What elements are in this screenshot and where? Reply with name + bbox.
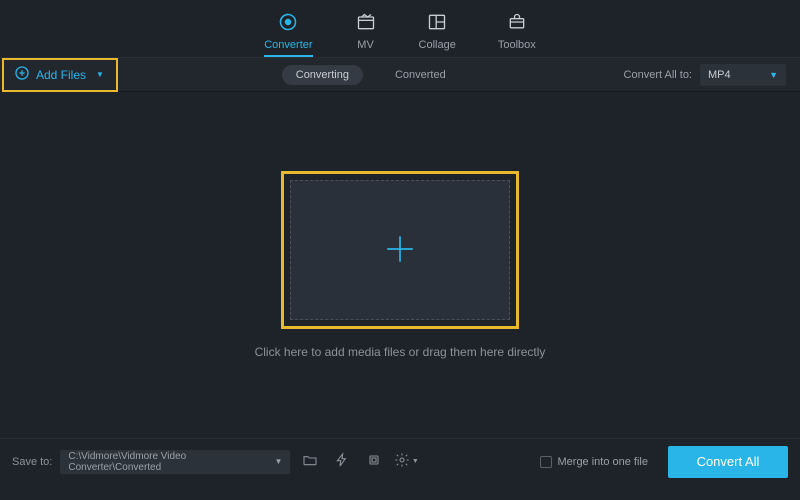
- chevron-down-icon: ▼: [96, 70, 104, 79]
- checkbox-box: [540, 456, 552, 468]
- dropzone-highlight: [281, 171, 519, 329]
- nav-tab-converter[interactable]: Converter: [264, 12, 312, 57]
- plus-circle-icon: [14, 65, 30, 84]
- plus-icon: [383, 232, 417, 269]
- nav-label: Collage: [419, 39, 456, 51]
- nav-tab-toolbox[interactable]: Toolbox: [498, 12, 536, 57]
- gpu-toggle[interactable]: [362, 450, 386, 474]
- convert-all-button[interactable]: Convert All: [668, 446, 788, 478]
- nav-label: MV: [357, 39, 374, 51]
- format-selected-value: MP4: [708, 69, 731, 81]
- chevron-down-icon: ▼: [412, 458, 419, 465]
- merge-label: Merge into one file: [558, 456, 649, 468]
- bottom-bar: Save to: C:\Vidmore\Vidmore Video Conver…: [0, 438, 800, 484]
- tab-converting[interactable]: Converting: [282, 65, 363, 85]
- gear-icon: [394, 452, 410, 471]
- high-speed-toggle[interactable]: [330, 450, 354, 474]
- lightning-off-icon: [334, 452, 350, 471]
- save-path-value: C:\Vidmore\Vidmore Video Converter\Conve…: [68, 451, 274, 473]
- nav-tab-mv[interactable]: MV: [355, 12, 377, 57]
- open-folder-button[interactable]: [298, 450, 322, 474]
- format-select[interactable]: MP4 ▼: [700, 64, 786, 86]
- tab-converted[interactable]: Converted: [381, 65, 460, 85]
- top-nav: Converter MV Collage Toolbox: [0, 0, 800, 58]
- nav-label: Toolbox: [498, 39, 536, 51]
- chevron-down-icon: ▼: [274, 457, 282, 466]
- save-to-label: Save to:: [12, 456, 52, 468]
- chip-off-icon: [366, 452, 382, 471]
- convert-all-to-group: Convert All to: MP4 ▼: [624, 64, 800, 86]
- status-tabs: Converting Converted: [118, 65, 624, 85]
- add-files-label: Add Files: [36, 68, 86, 82]
- save-path-select[interactable]: C:\Vidmore\Vidmore Video Converter\Conve…: [60, 450, 290, 474]
- settings-button[interactable]: ▼: [394, 450, 418, 474]
- dropzone[interactable]: [290, 180, 510, 320]
- nav-tab-collage[interactable]: Collage: [419, 12, 456, 57]
- nav-label: Converter: [264, 39, 312, 51]
- drop-hint-text: Click here to add media files or drag th…: [255, 345, 546, 359]
- toolbox-icon: [506, 12, 528, 35]
- converter-icon: [277, 12, 299, 35]
- merge-checkbox[interactable]: Merge into one file: [540, 456, 649, 468]
- add-files-button[interactable]: Add Files ▼: [2, 58, 118, 92]
- chevron-down-icon: ▼: [769, 70, 778, 80]
- mv-icon: [355, 12, 377, 35]
- collage-icon: [426, 12, 448, 35]
- folder-icon: [302, 452, 318, 471]
- main-area: Click here to add media files or drag th…: [0, 92, 800, 438]
- convert-all-to-label: Convert All to:: [624, 69, 692, 81]
- secondary-bar: Add Files ▼ Converting Converted Convert…: [0, 58, 800, 92]
